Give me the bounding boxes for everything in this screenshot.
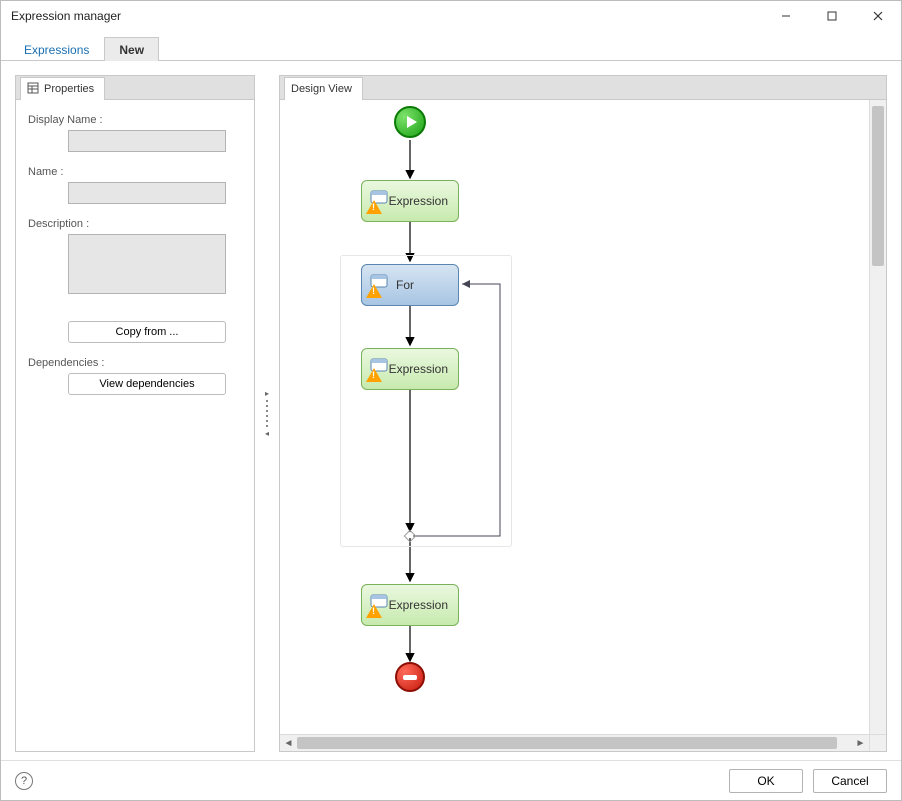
node-icon [368,358,383,380]
properties-icon [27,82,39,97]
description-textarea[interactable] [68,234,226,294]
vertical-scrollbar[interactable] [869,100,886,734]
close-button[interactable] [855,1,901,31]
maximize-button[interactable] [809,1,855,31]
dependencies-label: Dependencies : [28,357,242,369]
node-label: For [396,278,448,292]
splitter-collapse-right-icon: ▸ [265,390,269,398]
horizontal-scrollbar[interactable]: ◄ ► [280,734,869,751]
tab-new[interactable]: New [104,37,159,61]
horizontal-splitter[interactable]: ▸ ◂ [263,75,271,752]
tab-expressions[interactable]: Expressions [9,37,104,61]
copy-from-button[interactable]: Copy from ... [68,321,226,343]
scroll-right-icon[interactable]: ► [852,735,869,752]
ok-button[interactable]: OK [729,769,803,793]
end-node[interactable] [395,662,425,692]
splitter-grip-icon [265,400,269,428]
expression-manager-window: Expression manager Expressions New [0,0,902,801]
horizontal-scrollbar-track[interactable] [297,735,852,751]
display-name-label: Display Name : [28,114,242,126]
display-name-input[interactable] [68,130,226,152]
expression-node[interactable]: Expression [361,348,459,390]
for-node[interactable]: For [361,264,459,306]
properties-body: Display Name : Name : Description : Copy… [16,100,254,751]
design-tabstrip: Design View [280,76,886,100]
expression-node[interactable]: Expression [361,584,459,626]
window-title: Expression manager [11,9,763,23]
scroll-left-icon[interactable]: ◄ [280,735,297,752]
design-view-tab-label: Design View [291,83,352,95]
expression-node[interactable]: Expression [361,180,459,222]
design-view-tab[interactable]: Design View [284,77,363,100]
properties-panel: Properties Display Name : Name : Descrip… [15,75,255,752]
start-node[interactable] [394,106,426,138]
view-dependencies-button[interactable]: View dependencies [68,373,226,395]
node-label: Expression [389,598,448,612]
scrollbar-corner [869,734,886,751]
design-panel: Design View [279,75,887,752]
cancel-button[interactable]: Cancel [813,769,887,793]
splitter-collapse-left-icon: ◂ [265,430,269,438]
workspace-tabstrip: Expressions New [1,31,901,61]
minimize-button[interactable] [763,1,809,31]
name-input[interactable] [68,182,226,204]
node-icon [368,594,383,616]
warning-icon [366,368,382,382]
help-icon[interactable]: ? [15,772,33,790]
horizontal-scrollbar-thumb[interactable] [297,737,837,749]
node-icon [368,274,390,296]
design-canvas[interactable]: Expression For [280,100,886,751]
properties-tab[interactable]: Properties [20,77,105,100]
node-label: Expression [389,194,448,208]
warning-icon [366,200,382,214]
window-controls [763,1,901,31]
node-icon [368,190,383,212]
content-area: Properties Display Name : Name : Descrip… [1,61,901,760]
name-label: Name : [28,166,242,178]
design-canvas-wrap: Expression For [280,100,886,751]
description-label: Description : [28,218,242,230]
properties-tab-label: Properties [44,83,94,95]
dialog-bottom-bar: ? OK Cancel [1,760,901,800]
titlebar: Expression manager [1,1,901,31]
node-label: Expression [389,362,448,376]
properties-tabstrip: Properties [16,76,254,100]
vertical-scrollbar-thumb[interactable] [872,106,884,266]
warning-icon [366,604,382,618]
warning-icon [366,284,382,298]
